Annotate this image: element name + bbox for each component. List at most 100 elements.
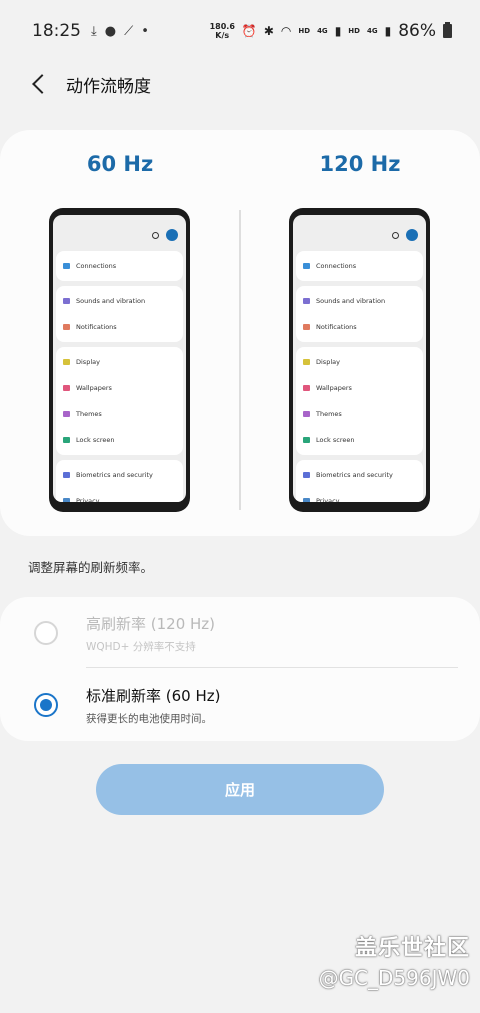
option-divider [86, 667, 458, 668]
settings-item: Wallpapers [56, 375, 183, 401]
settings-item: Themes [296, 401, 423, 427]
preview-divider [239, 210, 241, 510]
status-right: 180.6 K/s ⏰ ✱ ◠ HD 4G ▮ HD 4G ▮ 86% [210, 21, 452, 41]
option-title: 高刷新率 (120 Hz) [86, 614, 216, 633]
settings-item-label: Notifications [76, 323, 117, 331]
settings-item: Themes [56, 401, 183, 427]
settings-item-icon [303, 359, 310, 365]
settings-item-label: Biometrics and security [316, 471, 393, 479]
preview-label-60hz: 60 Hz [86, 152, 154, 176]
settings-item-label: Display [316, 358, 340, 366]
settings-group: Biometrics and security Privacy [56, 460, 183, 502]
avatar-icon [166, 229, 178, 241]
settings-item-label: Lock screen [76, 436, 115, 444]
settings-item-label: Connections [76, 262, 117, 270]
settings-list: Connections Sounds and vibration Notificat… [293, 251, 426, 502]
settings-item-icon [63, 359, 70, 365]
refresh-rate-preview: 60 Hz 120 Hz Connections Sounds and vibra… [0, 130, 480, 536]
settings-item-icon [303, 298, 310, 304]
phone-preview-60hz: Connections Sounds and vibration Notificat… [49, 208, 190, 512]
settings-item-label: Sounds and vibration [316, 297, 386, 305]
network-type-2: 4G [366, 27, 378, 35]
signal-icon-1: ▮ [334, 24, 342, 38]
back-button[interactable] [20, 64, 60, 104]
settings-item-label: Themes [316, 410, 342, 418]
settings-item-icon [63, 263, 70, 269]
settings-item: Lock screen [296, 427, 423, 453]
battery-percent: 86% [398, 21, 436, 41]
settings-item: Display [56, 349, 183, 375]
phone-preview-120hz: Connections Sounds and vibration Notificat… [289, 208, 430, 512]
settings-item: Notifications [56, 314, 183, 340]
settings-list: Connections Sounds and vibration Notificat… [53, 251, 186, 502]
watermark-community: 盖乐世社区 [354, 936, 470, 961]
settings-item: Sounds and vibration [296, 288, 423, 314]
settings-group: Biometrics and security Privacy [296, 460, 423, 502]
refresh-rate-options: 高刷新率 (120 Hz) WQHD+ 分辨率不支持 标准刷新率 (60 Hz)… [0, 597, 480, 741]
settings-item-label: Wallpapers [76, 384, 112, 392]
notification-icons: ⤓ ● ⟋ • [91, 24, 149, 39]
settings-group: Connections [296, 251, 423, 281]
settings-item-label: Biometrics and security [76, 471, 153, 479]
preview-label-120hz: 120 Hz [319, 152, 401, 176]
settings-group: Display Wallpapers Themes Lock screen [296, 347, 423, 455]
settings-item-icon [63, 437, 70, 443]
settings-item: Biometrics and security [296, 462, 423, 488]
settings-item: Sounds and vibration [56, 288, 183, 314]
alarm-icon: ⏰ [241, 24, 257, 38]
signal-off-icon: ⟋ [124, 23, 134, 39]
settings-item-label: Privacy [76, 497, 100, 502]
option-standard-refresh[interactable]: 标准刷新率 (60 Hz) 获得更长的电池使用时间。 [0, 671, 480, 739]
status-bar: 18:25 ⤓ ● ⟋ • 180.6 K/s ⏰ ✱ ◠ HD 4G ▮ HD … [0, 0, 480, 62]
settings-item-icon [303, 498, 310, 502]
network-speed: 180.6 K/s [209, 22, 235, 40]
settings-item: Notifications [296, 314, 423, 340]
apply-button[interactable]: 应用 [96, 764, 384, 815]
settings-item: Connections [56, 253, 183, 279]
description-text: 调整屏幕的刷新频率。 [28, 560, 154, 575]
settings-group: Connections [56, 251, 183, 281]
hd-tag-1: HD [298, 27, 311, 35]
download-icon: ⤓ [91, 23, 97, 39]
battery-icon [443, 22, 452, 38]
settings-item-label: Privacy [316, 497, 340, 502]
settings-item-icon [303, 263, 310, 269]
settings-group: Sounds and vibration Notifications [56, 286, 183, 342]
settings-item: Display [296, 349, 423, 375]
more-dot-icon: • [141, 23, 149, 39]
watermark-user: @GC_D596JW0 [318, 966, 470, 990]
phone-screen: Connections Sounds and vibration Notificat… [53, 215, 186, 502]
option-title: 标准刷新率 (60 Hz) [86, 686, 221, 705]
radio-button[interactable] [34, 621, 58, 645]
settings-item-icon [63, 472, 70, 478]
settings-item-icon [63, 385, 70, 391]
status-time: 18:25 [32, 21, 81, 41]
phone-screen: Connections Sounds and vibration Notificat… [293, 215, 426, 502]
hd-tag-2: HD [348, 27, 360, 35]
settings-item-label: Notifications [316, 323, 357, 331]
option-subtitle: 获得更长的电池使用时间。 [86, 712, 212, 725]
settings-item-icon [303, 385, 310, 391]
page-title: 动作流畅度 [66, 76, 151, 97]
settings-item-label: Lock screen [316, 436, 355, 444]
settings-item-label: Connections [316, 262, 357, 270]
settings-item-label: Themes [76, 410, 102, 418]
radio-button-selected[interactable] [34, 693, 58, 717]
chevron-left-icon [32, 74, 52, 94]
option-high-refresh[interactable]: 高刷新率 (120 Hz) WQHD+ 分辨率不支持 [0, 599, 480, 667]
settings-item-icon [63, 411, 70, 417]
settings-item-icon [303, 324, 310, 330]
search-icon [392, 232, 399, 239]
settings-item: Lock screen [56, 427, 183, 453]
settings-item-icon [303, 437, 310, 443]
settings-item-label: Display [76, 358, 100, 366]
settings-item: Connections [296, 253, 423, 279]
settings-item-icon [63, 298, 70, 304]
settings-item-icon [63, 498, 70, 502]
wifi-icon: ◠ [280, 24, 292, 38]
settings-group: Display Wallpapers Themes Lock screen [56, 347, 183, 455]
settings-item: Biometrics and security [56, 462, 183, 488]
settings-item-icon [303, 411, 310, 417]
wechat-icon: ● [104, 23, 117, 39]
settings-item-label: Sounds and vibration [76, 297, 146, 305]
